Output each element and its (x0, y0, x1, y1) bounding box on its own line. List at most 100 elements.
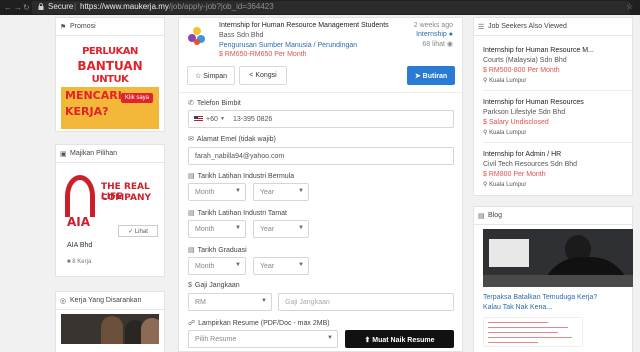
viewed-job-title[interactable]: Internship for Admin / HR (483, 151, 561, 158)
email-label: ✉ Alamat Emel (tidak wajib) (188, 135, 276, 143)
share-label: Kongsi (255, 72, 277, 79)
promo-line-3: UNTUK (91, 74, 129, 85)
viewed-job-title[interactable]: Internship for Human Resource M... (483, 47, 594, 54)
suggested-image-person-1 (101, 316, 123, 344)
envelope-icon: ✉ (188, 136, 194, 143)
email-label-text: Alamat Emel (tidak wajib) (196, 136, 276, 143)
blog-image-desk (483, 275, 633, 287)
chevron-down-icon: ▼ (235, 188, 241, 194)
viewed-job-location-text: Kuala Lumpur (489, 182, 527, 188)
details-button[interactable]: ➤ Butiran (407, 66, 455, 85)
save-label: Simpan (203, 73, 227, 80)
employer-name[interactable]: AIA Bhd (67, 242, 92, 249)
end-month-select[interactable]: Month ▼ (188, 220, 246, 238)
blog-heading-text: Blog (488, 212, 503, 219)
job-department[interactable]: Pengurusan Sumber Manusia / Perundingan (219, 42, 357, 49)
thumbnail-line (488, 327, 568, 328)
end-date-label-text: Tarikh Latihan Industri Tamat (197, 210, 287, 217)
employer-jobs-text: 8 Kerja (72, 259, 92, 265)
chevron-down-icon: ▼ (298, 225, 304, 231)
flag-graphic (194, 116, 203, 122)
end-year-value: Year (260, 226, 275, 233)
divider (483, 142, 633, 143)
promo-line-4b: KERJA? (65, 105, 109, 118)
promo-heading-text: Promosi (70, 23, 96, 30)
graduation-month-select[interactable]: Month ▼ (188, 257, 246, 275)
reload-icon[interactable]: ↻ (23, 3, 30, 12)
viewed-job-title[interactable]: Internship for Human Resources (483, 99, 584, 106)
bookmark-star-icon[interactable]: ☆ (626, 2, 633, 11)
flag-us-icon[interactable] (194, 116, 203, 124)
graduation-year-select[interactable]: Year ▼ (253, 257, 309, 275)
email-field[interactable]: farah_nabilla94@yahoo.com (188, 147, 454, 165)
promo-heading: ⚑ Promosi (56, 18, 164, 36)
blog-card: ▤ Blog Terpaksa Batalkan Temuduga Kerja?… (473, 206, 633, 352)
viewed-job-salary: $ RM500-800 Per Month (483, 67, 560, 74)
employer-logo-arc (65, 175, 95, 217)
graduation-month-value: Month (195, 263, 215, 270)
viewed-job-salary-text: RM500-800 Per Month (488, 67, 560, 74)
start-year-select[interactable]: Year ▼ (253, 183, 309, 201)
viewed-job-company[interactable]: Courts (Malaysia) Sdn Bhd (483, 57, 567, 64)
apply-form-card: Internship for Human Resource Management… (178, 17, 463, 352)
job-type-text: Internship (416, 31, 447, 38)
save-button[interactable]: ☆ Simpan (187, 66, 235, 85)
start-year-value: Year (260, 189, 275, 196)
viewed-job-company[interactable]: Parkson Lifestyle Sdn Bhd (483, 109, 565, 116)
start-date-label-text: Tarikh Latihan Industri Bermula (197, 173, 295, 180)
document-icon: ▤ (478, 213, 485, 220)
suggested-job-image[interactable] (61, 314, 159, 344)
forward-icon[interactable]: → (14, 3, 22, 12)
chevron-down-icon: ▼ (298, 188, 304, 194)
start-date-label: ▤ Tarikh Latihan Industri Bermula (188, 172, 294, 180)
divider (483, 90, 633, 91)
resume-select[interactable]: Pilih Resume ▼ (188, 330, 338, 348)
job-title[interactable]: Internship for Human Resource Management… (219, 22, 389, 29)
end-month-value: Month (195, 226, 215, 233)
suggested-jobs-card: ◎ Kerja Yang Disarankan (55, 291, 165, 352)
url-text[interactable]: https://www.maukerja.my/job/apply-job?jo… (80, 2, 274, 11)
expected-salary-input[interactable]: Gaji Jangkaan (278, 293, 454, 311)
promo-banner[interactable]: PERLUKAN BANTUAN UNTUK MENCARI KERJA? Kl… (61, 41, 159, 129)
also-viewed-heading-text: Job Seekers Also Viewed (488, 23, 567, 30)
calendar-icon: ▤ (188, 247, 195, 254)
phone-field[interactable]: +60 ▼ 13-395 0826 (188, 110, 454, 128)
resume-label: ☍ Lampirkan Resume (PDF/Doc - max 2MB) (188, 319, 330, 327)
start-month-value: Month (195, 189, 215, 196)
back-icon[interactable]: ← (4, 3, 12, 12)
start-month-select[interactable]: Month ▼ (188, 183, 246, 201)
currency-select[interactable]: RM ▼ (188, 293, 272, 311)
upload-resume-button[interactable]: ⬆ Muat Naik Resume (345, 330, 454, 348)
thumbnail-line (488, 322, 548, 323)
viewed-job-company[interactable]: Civil Tech Resources Sdn Bhd (483, 161, 577, 168)
calendar-icon: ▤ (188, 210, 195, 217)
graduation-year-value: Year (260, 263, 275, 270)
salary-label: $ Gaji Jangkaan (188, 282, 240, 289)
blog-post-title[interactable]: Terpaksa Batalkan Temuduga Kerja? Kalau … (483, 293, 613, 313)
blog-image-screen (489, 239, 529, 267)
employer-brand-line2: COMPANY (101, 193, 151, 203)
blog-post-image[interactable] (483, 229, 633, 287)
thumbnail-line (488, 332, 558, 333)
paperclip-icon: ☍ (188, 320, 196, 327)
chevron-down-icon: ▼ (235, 262, 241, 268)
view-employer-button[interactable]: ✓ Lihat (118, 225, 158, 237)
viewed-job-location: ⚲ Kuala Lumpur (483, 78, 527, 84)
viewed-job-salary-text: RM800 Per Month (488, 171, 546, 178)
end-year-select[interactable]: Year ▼ (253, 220, 309, 238)
viewed-job-salary-text: Salary Undisclosed (488, 119, 549, 126)
job-company[interactable]: Bass Sdn Bhd (219, 32, 263, 39)
viewed-job-location: ⚲ Kuala Lumpur (483, 130, 527, 136)
briefcase-icon: ▣ (60, 151, 67, 158)
promo-line-1: PERLUKAN (82, 46, 138, 57)
promo-cta[interactable]: Klik saya (121, 93, 154, 103)
divider (179, 92, 462, 93)
graduation-date-label: ▤ Tarikh Graduasi (188, 246, 247, 254)
phone-label-text: Telefon Bimbit (196, 100, 241, 107)
blog-post-thumbnail[interactable] (483, 317, 583, 347)
company-logo (188, 27, 205, 45)
viewed-job-salary: $ Salary Undisclosed (483, 119, 549, 126)
share-button[interactable]: < Kongsi (239, 66, 287, 85)
chevron-down-icon: ▼ (235, 225, 241, 231)
viewed-job-location-text: Kuala Lumpur (489, 130, 527, 136)
